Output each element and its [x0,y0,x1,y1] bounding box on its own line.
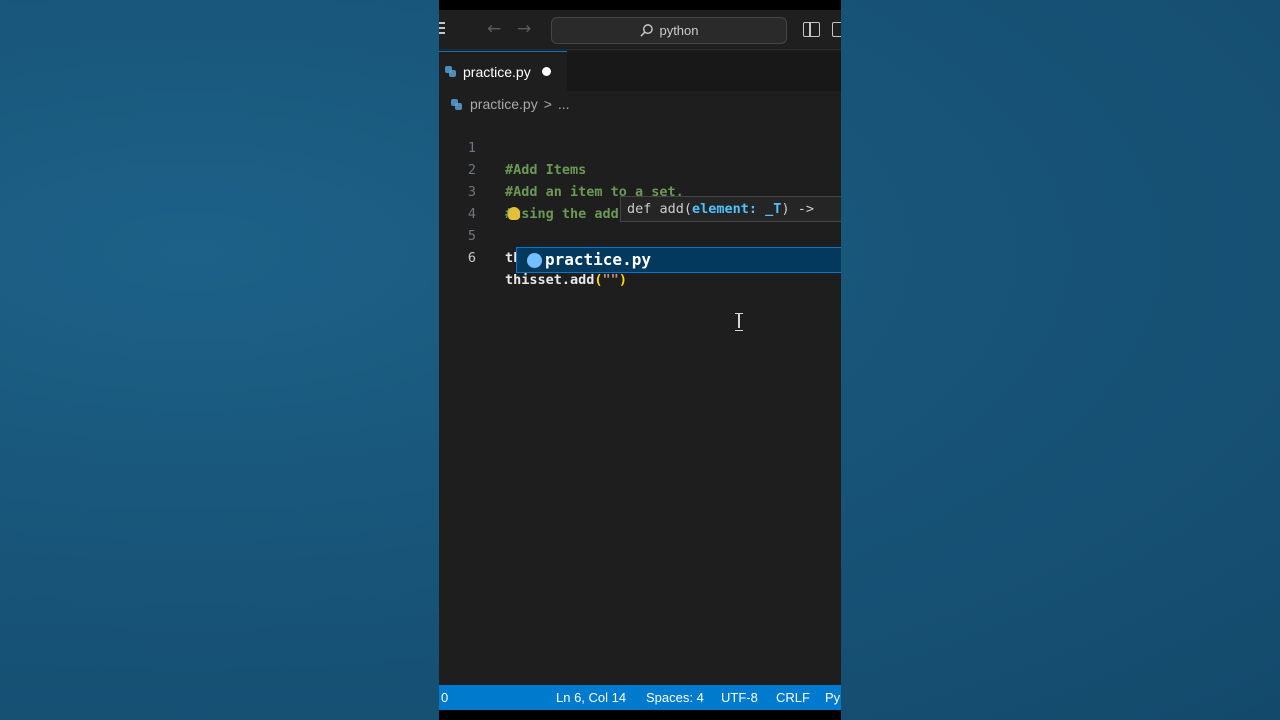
breadcrumb-more[interactable]: ... [558,96,570,112]
toggle-sidebar-icon[interactable] [803,22,820,37]
unsaved-dot-icon[interactable] [541,67,551,76]
toggle-panel-icon[interactable] [832,22,841,37]
menu-icon[interactable] [439,22,445,36]
tab-practice-py[interactable]: practice.py [439,51,567,91]
forward-arrow-icon[interactable]: → [517,19,531,39]
search-text: python [659,23,699,38]
breadcrumb: practice.py > ... [451,94,570,114]
python-file-icon [451,98,462,110]
command-center-search[interactable]: python [551,17,787,44]
file-suggestion-icon [527,253,542,268]
back-arrow-icon[interactable]: ← [487,19,501,39]
bottom-letterbox [439,710,841,720]
title-bar: ← → python [439,10,841,50]
status-cursor-position[interactable]: Ln 6, Col 14 [556,690,626,705]
search-icon [640,24,654,37]
status-problems[interactable]: 0 [441,690,448,705]
line-number: 6 [467,250,476,266]
status-language[interactable]: Py [825,690,840,705]
code-line[interactable]: 3 #using the add() method: [439,159,841,222]
code-editor[interactable]: 1 #Add Items 2 #Add an item to a set, 3 … [439,115,841,685]
mouse-ibeam-cursor-icon [735,313,743,331]
code-line[interactable]: 1 #Add Items [439,115,841,178]
code-line-active[interactable]: 6 thisset.add("") [439,225,841,288]
breadcrumb-separator: > [543,96,552,112]
top-letterbox [439,0,841,10]
suggestion-label: practice.py [545,250,651,269]
tab-label: practice.py [463,63,531,80]
lightbulb-icon[interactable] [508,207,520,220]
breadcrumb-file[interactable]: practice.py [470,96,538,112]
code-line[interactable]: 2 #Add an item to a set, [439,137,841,200]
status-eol[interactable]: CRLF [776,690,810,705]
status-bar: 0 Ln 6, Col 14 Spaces: 4 UTF-8 CRLF Py [439,685,841,710]
suggestion-item[interactable]: practice.py [516,247,841,273]
python-file-icon [445,66,456,77]
signature-help-popup: def add(element: _T) -> [620,196,841,222]
status-indentation[interactable]: Spaces: 4 [646,690,704,705]
vscode-window: ← → python practice.py practice.py > ...… [439,0,841,720]
status-encoding[interactable]: UTF-8 [721,690,758,705]
tab-bar: practice.py [439,51,841,91]
